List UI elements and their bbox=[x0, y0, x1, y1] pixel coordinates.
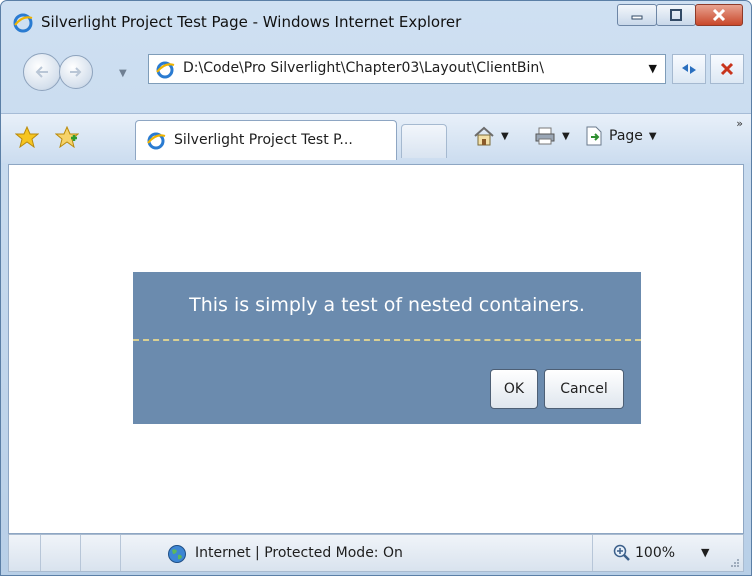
more-commands-chevron-icon[interactable]: » bbox=[736, 117, 743, 130]
forward-button[interactable] bbox=[59, 55, 93, 89]
status-bar: Internet | Protected Mode: On 100% ▼ bbox=[8, 534, 744, 572]
minimize-icon bbox=[631, 15, 643, 20]
stop-button[interactable] bbox=[710, 54, 744, 84]
tab-page-icon bbox=[147, 132, 166, 150]
back-arrow-icon bbox=[35, 66, 48, 78]
address-bar[interactable]: D:\Code\Pro Silverlight\Chapter03\Layout… bbox=[148, 54, 666, 84]
favorites-star-icon[interactable] bbox=[15, 126, 39, 148]
status-cell bbox=[41, 535, 81, 571]
web-content-area: This is simply a test of nested containe… bbox=[8, 164, 744, 534]
print-icon bbox=[535, 127, 555, 145]
page-menu-label: Page bbox=[609, 128, 643, 144]
window-controls bbox=[617, 4, 743, 26]
dashed-divider bbox=[133, 339, 641, 341]
title-bar[interactable]: Silverlight Project Test Page - Windows … bbox=[1, 1, 751, 43]
page-dropdown-icon: ▼ bbox=[648, 130, 657, 142]
back-button[interactable] bbox=[23, 53, 61, 91]
home-icon bbox=[474, 126, 494, 146]
stop-icon bbox=[720, 62, 734, 76]
close-icon bbox=[712, 9, 726, 21]
status-cell bbox=[9, 535, 41, 571]
panel-message: This is simply a test of nested containe… bbox=[189, 294, 585, 316]
page-icon bbox=[156, 61, 175, 79]
print-button[interactable]: ▼ bbox=[534, 126, 570, 146]
refresh-icon bbox=[682, 64, 696, 74]
resize-grip-icon[interactable] bbox=[730, 558, 740, 568]
page-menu-icon bbox=[586, 126, 602, 146]
ok-button[interactable]: OK bbox=[490, 369, 538, 409]
close-button[interactable] bbox=[695, 4, 743, 26]
zoom-dropdown-icon[interactable]: ▼ bbox=[701, 546, 709, 559]
home-button[interactable]: ▼ bbox=[473, 126, 509, 146]
add-favorites-icon[interactable] bbox=[55, 126, 79, 148]
silverlight-panel: This is simply a test of nested containe… bbox=[133, 272, 641, 424]
cancel-button[interactable]: Cancel bbox=[544, 369, 624, 409]
page-menu-button[interactable]: Page ▼ bbox=[585, 126, 657, 146]
zoom-icon bbox=[613, 544, 630, 561]
zoom-control[interactable]: 100% bbox=[613, 544, 675, 562]
status-cell bbox=[81, 535, 121, 571]
forward-arrow-icon bbox=[70, 67, 82, 77]
browser-window: Silverlight Project Test Page - Windows … bbox=[0, 0, 752, 576]
tab-bar: Silverlight Project Test P... ▼ ▼ Page ▼… bbox=[1, 113, 751, 163]
window-title: Silverlight Project Test Page - Windows … bbox=[41, 13, 462, 31]
minimize-button[interactable] bbox=[617, 4, 657, 26]
home-dropdown-icon[interactable]: ▼ bbox=[501, 131, 509, 142]
print-dropdown-icon[interactable]: ▼ bbox=[562, 131, 570, 142]
zoom-level: 100% bbox=[635, 545, 676, 561]
address-dropdown-icon[interactable]: ▼ bbox=[649, 62, 657, 75]
internet-globe-icon bbox=[168, 545, 186, 563]
internet-explorer-icon bbox=[13, 13, 33, 33]
recent-pages-dropdown[interactable]: ▼ bbox=[119, 68, 127, 79]
tab-label: Silverlight Project Test P... bbox=[174, 132, 353, 148]
security-zone-text: Internet | Protected Mode: On bbox=[195, 545, 403, 561]
tab-current[interactable]: Silverlight Project Test P... bbox=[135, 120, 397, 160]
maximize-button[interactable] bbox=[656, 4, 696, 26]
refresh-button[interactable] bbox=[672, 54, 706, 84]
url-text[interactable]: D:\Code\Pro Silverlight\Chapter03\Layout… bbox=[183, 60, 628, 76]
new-tab-button[interactable] bbox=[401, 124, 447, 158]
navigation-bar: ▼ D:\Code\Pro Silverlight\Chapter03\Layo… bbox=[1, 43, 751, 113]
maximize-icon bbox=[670, 9, 682, 21]
